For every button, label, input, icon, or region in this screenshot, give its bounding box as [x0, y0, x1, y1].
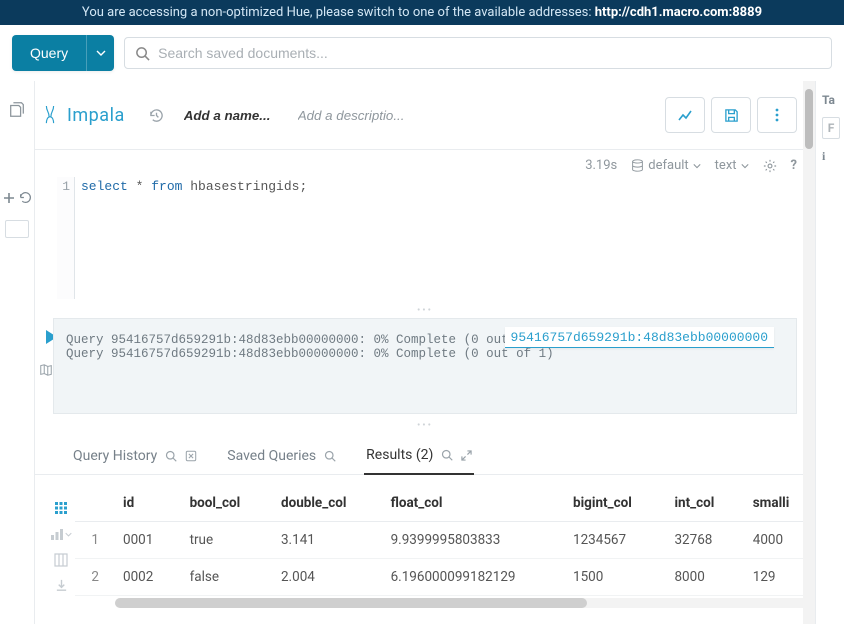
editor-header: Impala: [35, 81, 815, 150]
chart-button[interactable]: [665, 97, 705, 133]
search-icon: [324, 450, 336, 462]
right-rail-label: Ta: [822, 93, 835, 107]
tab-label: Query History: [73, 448, 157, 464]
rail-box[interactable]: [5, 220, 29, 238]
vertical-scrollbar[interactable]: [803, 81, 815, 624]
columns-icon[interactable]: [54, 553, 68, 567]
download-icon[interactable]: [55, 579, 68, 592]
col-bigint[interactable]: bigint_col: [561, 485, 662, 522]
query-dropdown-button[interactable]: [86, 35, 114, 71]
non-optimized-banner: You are accessing a non-optimized Hue, p…: [0, 0, 844, 25]
col-double[interactable]: double_col: [269, 485, 379, 522]
engine-selector[interactable]: Impala: [41, 104, 125, 126]
filter-box[interactable]: F: [822, 117, 840, 139]
search-documents[interactable]: [124, 37, 832, 69]
tab-results[interactable]: Results (2): [364, 447, 474, 475]
more-button[interactable]: [757, 97, 797, 133]
save-icon: [724, 108, 739, 123]
chart-line-icon: [677, 107, 693, 123]
query-button[interactable]: Query: [12, 35, 86, 71]
col-int[interactable]: int_col: [662, 485, 740, 522]
col-id[interactable]: id: [111, 485, 178, 522]
database-name: default: [648, 158, 688, 173]
editor-gutter: 1: [57, 177, 75, 299]
tab-query-history[interactable]: Query History: [71, 447, 199, 474]
search-icon: [165, 450, 177, 462]
table-header-row: id bool_col double_col float_col bigint_…: [75, 485, 815, 522]
tab-saved-queries[interactable]: Saved Queries: [225, 447, 338, 474]
gear-icon[interactable]: [763, 159, 777, 173]
caret-down-icon: [741, 162, 749, 170]
query-button-group: Query: [12, 35, 114, 71]
more-vertical-icon: [775, 108, 779, 122]
content-area: Impala 3.19s default text ?: [34, 81, 816, 624]
plus-icon[interactable]: [3, 191, 15, 204]
results-table: id bool_col double_col float_col bigint_…: [75, 485, 815, 596]
save-button[interactable]: [711, 97, 751, 133]
caret-down-icon: [693, 162, 701, 170]
drag-handle[interactable]: •••: [35, 420, 815, 431]
search-input[interactable]: [158, 45, 821, 61]
history-icon[interactable]: [149, 108, 164, 123]
result-view-icons: [47, 485, 75, 608]
caret-down-icon: [96, 48, 106, 58]
format-selector[interactable]: text: [715, 158, 749, 173]
clear-icon[interactable]: [185, 450, 197, 462]
right-rail: Ta F i: [816, 81, 844, 624]
col-bool[interactable]: bool_col: [178, 485, 269, 522]
log-line: Query 95416757d659291b:48d83ebb00000000:…: [66, 347, 784, 361]
status-row: 3.19s default text ?: [35, 150, 815, 177]
documents-icon[interactable]: [8, 101, 26, 119]
elapsed-time: 3.19s: [585, 158, 617, 173]
info-icon[interactable]: i: [822, 149, 844, 164]
result-tabs: Query History Saved Queries Results (2): [35, 433, 815, 475]
refresh-icon[interactable]: [19, 191, 32, 204]
impala-icon: [41, 104, 59, 126]
format-name: text: [715, 158, 737, 173]
table-row: 2 0002 false 2.004 6.196000099182129 150…: [75, 559, 815, 596]
table-row: 1 0001 true 3.141 9.9399995803833 123456…: [75, 522, 815, 559]
horizontal-scrollbar[interactable]: [115, 598, 809, 608]
chart-view-icon[interactable]: [50, 527, 72, 541]
search-icon: [441, 449, 453, 461]
topbar: Query: [0, 25, 844, 81]
drag-handle[interactable]: •••: [35, 305, 815, 316]
left-rail: [0, 81, 34, 624]
expand-icon[interactable]: [461, 450, 472, 461]
editor-code[interactable]: select * from hbasestringids;: [75, 177, 813, 299]
database-icon: [631, 159, 644, 172]
results-panel: id bool_col double_col float_col bigint_…: [35, 475, 815, 608]
engine-name: Impala: [67, 105, 125, 126]
col-float[interactable]: float_col: [379, 485, 561, 522]
query-log: 95416757d659291b:48d83ebb00000000 Query …: [53, 318, 797, 414]
name-input[interactable]: [184, 108, 284, 123]
help-icon[interactable]: ?: [791, 158, 797, 173]
banner-url-link[interactable]: http://cdh1.macro.com:8889: [595, 5, 762, 20]
grid-view-icon[interactable]: [54, 501, 68, 515]
tab-label: Saved Queries: [227, 448, 316, 464]
search-icon: [135, 46, 150, 61]
query-id-tooltip[interactable]: 95416757d659291b:48d83ebb00000000: [505, 327, 774, 348]
banner-text: You are accessing a non-optimized Hue, p…: [82, 5, 595, 20]
description-input[interactable]: [298, 108, 418, 123]
database-selector[interactable]: default: [631, 158, 700, 173]
tab-label: Results (2): [366, 447, 433, 463]
col-rownum[interactable]: [75, 485, 111, 522]
sql-editor[interactable]: 1 select * from hbasestringids;: [35, 177, 815, 299]
